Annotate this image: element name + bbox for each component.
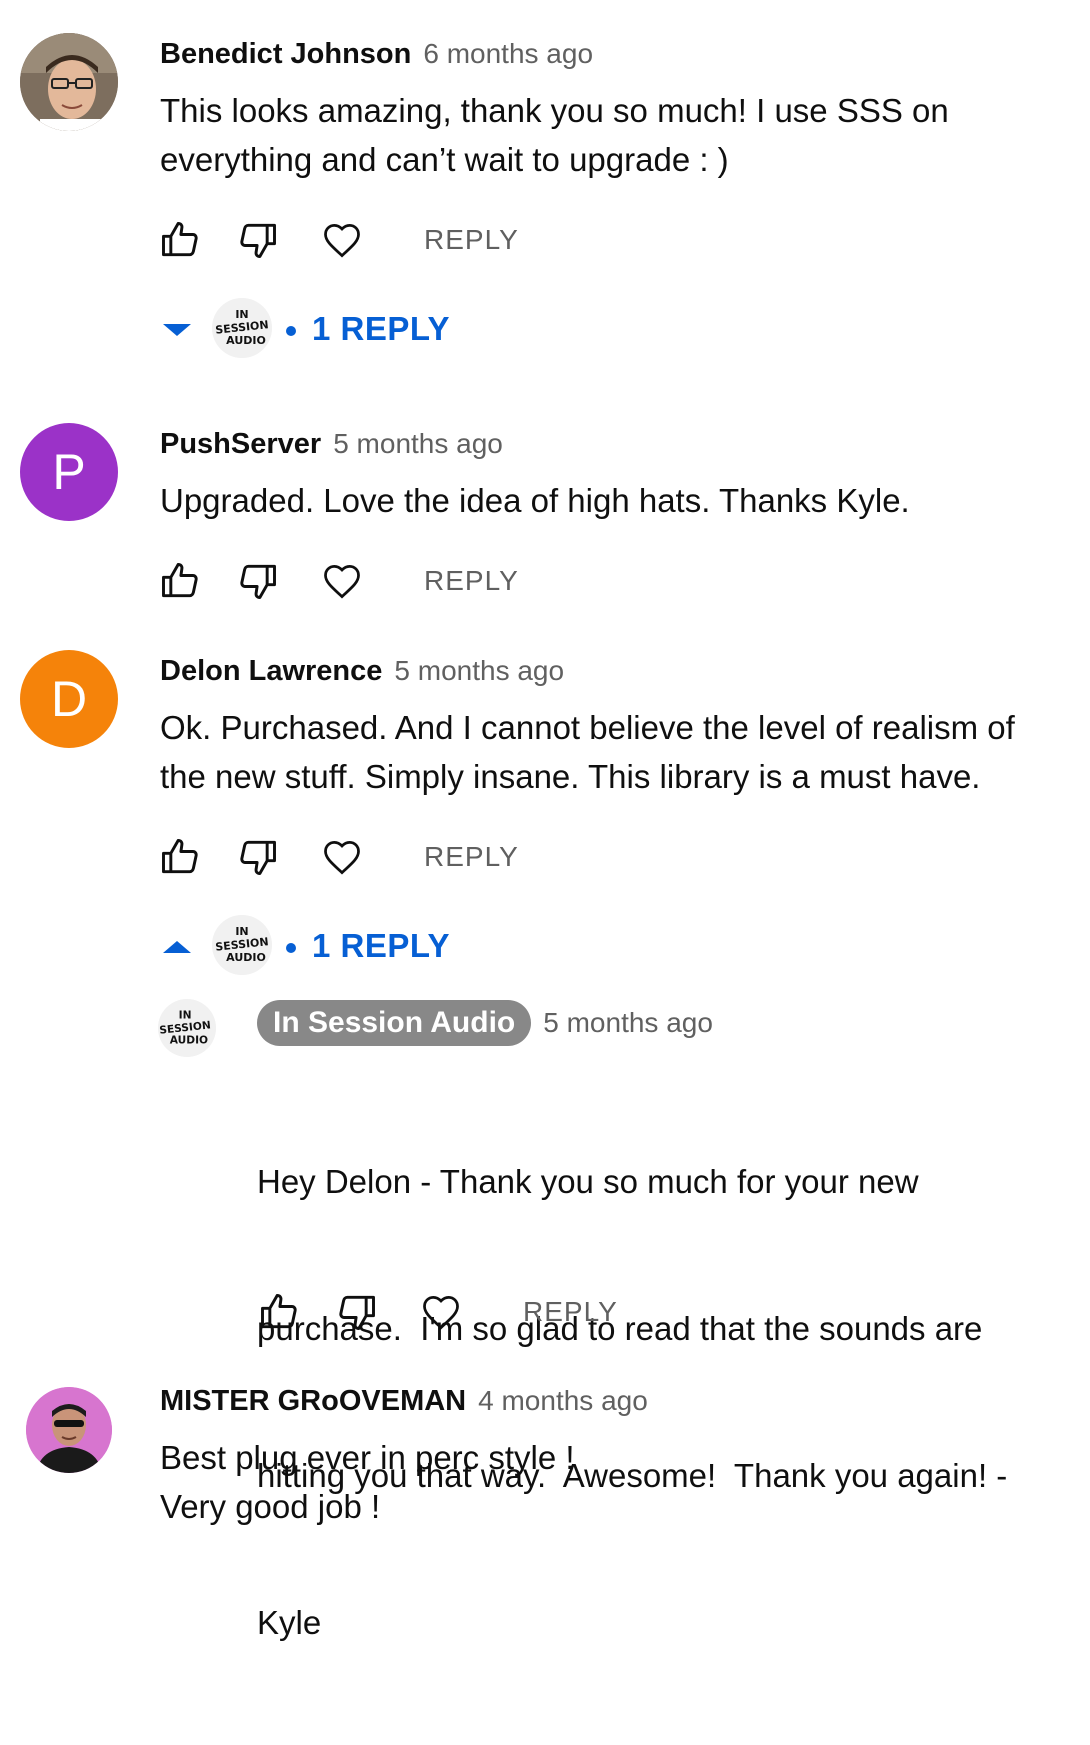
svg-text:IN: IN bbox=[235, 308, 248, 321]
reply-button[interactable]: REPLY bbox=[424, 224, 519, 256]
avatar[interactable]: IN SESSION AUDIO bbox=[158, 999, 216, 1057]
reply-comment: IN SESSION AUDIO In Session Audio 5 mont… bbox=[0, 997, 1090, 1641]
author-name[interactable]: PushServer bbox=[160, 428, 321, 461]
thumbs-up-icon[interactable] bbox=[158, 559, 202, 603]
comment-timestamp[interactable]: 6 months ago bbox=[423, 38, 593, 70]
replies-count-label[interactable]: 1 REPLY bbox=[312, 310, 450, 348]
separator-dot bbox=[286, 326, 296, 336]
comment-thread: D Delon Lawrence 5 months ago Ok. Purcha… bbox=[0, 627, 1090, 1641]
avatar[interactable]: P bbox=[20, 423, 118, 521]
avatar-photo bbox=[26, 1387, 112, 1473]
thumbs-down-icon[interactable] bbox=[335, 1290, 379, 1334]
avatar-letter: D bbox=[50, 671, 88, 727]
replies-count-label[interactable]: 1 REPLY bbox=[312, 927, 450, 965]
comment-timestamp[interactable]: 5 months ago bbox=[394, 655, 564, 687]
reply-button[interactable]: REPLY bbox=[424, 565, 519, 597]
comment-text: Best plug ever in perc style ! Very good… bbox=[160, 1433, 1060, 1531]
avatar[interactable]: D bbox=[20, 650, 118, 748]
comment-actions: REPLY bbox=[158, 835, 558, 885]
channel-avatar: IN SESSION AUDIO bbox=[212, 915, 272, 975]
in-session-audio-logo: IN SESSION AUDIO bbox=[212, 298, 272, 358]
thumbs-up-icon[interactable] bbox=[158, 218, 202, 262]
svg-text:IN: IN bbox=[179, 1008, 192, 1021]
comment-timestamp[interactable]: 4 months ago bbox=[478, 1385, 648, 1417]
thumbs-up-icon[interactable] bbox=[257, 1290, 301, 1334]
hide-replies-button[interactable]: IN SESSION AUDIO 1 REPLY bbox=[160, 915, 480, 977]
reply-button[interactable]: REPLY bbox=[424, 841, 519, 873]
thumbs-down-icon[interactable] bbox=[236, 559, 280, 603]
caret-up-icon bbox=[163, 941, 191, 953]
in-session-audio-logo: IN SESSION AUDIO bbox=[212, 915, 272, 975]
avatar-letter: P bbox=[52, 444, 86, 500]
svg-text:IN: IN bbox=[235, 925, 248, 938]
comment-header: Benedict Johnson 6 months ago bbox=[160, 38, 593, 71]
thumbs-up-icon[interactable] bbox=[158, 835, 202, 879]
reply-button[interactable]: REPLY bbox=[523, 1296, 618, 1328]
comment-actions: REPLY bbox=[158, 218, 558, 268]
heart-icon[interactable] bbox=[320, 835, 364, 879]
comment-header: MISTER GRoOVEMAN 4 months ago bbox=[160, 1385, 648, 1418]
view-replies-button[interactable]: IN SESSION AUDIO 1 REPLY bbox=[160, 298, 480, 360]
comment-thread: MISTER GRoOVEMAN 4 months ago Best plug … bbox=[0, 1360, 1090, 1600]
comment-line: This looks amazing, thank you so much! I… bbox=[160, 92, 949, 129]
comment-line: Ok. Purchased. And I cannot believe the … bbox=[160, 709, 1015, 746]
comment-timestamp[interactable]: 5 months ago bbox=[543, 1007, 713, 1039]
comment-header: Delon Lawrence 5 months ago bbox=[160, 655, 564, 688]
comment-text: Ok. Purchased. And I cannot believe the … bbox=[160, 703, 1080, 801]
heart-icon[interactable] bbox=[419, 1290, 463, 1334]
comment-actions: REPLY bbox=[158, 559, 558, 609]
comment-header: In Session Audio 5 months ago bbox=[257, 1000, 713, 1046]
comment-text: Upgraded. Love the idea of high hats. Th… bbox=[160, 476, 1060, 525]
heart-icon[interactable] bbox=[320, 559, 364, 603]
comment-line: Upgraded. Love the idea of high hats. Th… bbox=[160, 482, 910, 519]
avatar[interactable] bbox=[20, 33, 118, 131]
channel-owner-badge[interactable]: In Session Audio bbox=[257, 1000, 532, 1046]
author-name[interactable]: Benedict Johnson bbox=[160, 38, 411, 71]
author-name[interactable]: MISTER GRoOVEMAN bbox=[160, 1385, 466, 1418]
author-name[interactable]: Delon Lawrence bbox=[160, 655, 382, 688]
comment-line: Best plug ever in perc style ! bbox=[160, 1439, 575, 1476]
thumbs-down-icon[interactable] bbox=[236, 835, 280, 879]
caret-down-icon bbox=[163, 324, 191, 336]
comment-text: This looks amazing, thank you so much! I… bbox=[160, 86, 1060, 184]
svg-text:AUDIO: AUDIO bbox=[226, 951, 266, 964]
svg-text:AUDIO: AUDIO bbox=[170, 1033, 208, 1046]
comment-line: Very good job ! bbox=[160, 1488, 381, 1525]
separator-dot bbox=[286, 943, 296, 953]
comment-line: Hey Delon - Thank you so much for your n… bbox=[257, 1163, 919, 1200]
comment-actions: REPLY bbox=[257, 1290, 657, 1340]
svg-text:AUDIO: AUDIO bbox=[226, 334, 266, 347]
in-session-audio-logo: IN SESSION AUDIO bbox=[158, 999, 216, 1057]
comment-thread: P PushServer 5 months ago Upgraded. Love… bbox=[0, 400, 1090, 620]
avatar-photo bbox=[20, 33, 118, 131]
comment-line: everything and can’t wait to upgrade : ) bbox=[160, 141, 729, 178]
comment-thread: Benedict Johnson 6 months ago This looks… bbox=[0, 0, 1090, 380]
comment-header: PushServer 5 months ago bbox=[160, 428, 503, 461]
comment-line: the new stuff. Simply insane. This libra… bbox=[160, 758, 981, 795]
avatar[interactable] bbox=[26, 1387, 112, 1473]
channel-avatar: IN SESSION AUDIO bbox=[212, 298, 272, 358]
heart-icon[interactable] bbox=[320, 218, 364, 262]
thumbs-down-icon[interactable] bbox=[236, 218, 280, 262]
comment-timestamp[interactable]: 5 months ago bbox=[333, 428, 503, 460]
comment-line: Kyle bbox=[257, 1604, 322, 1641]
